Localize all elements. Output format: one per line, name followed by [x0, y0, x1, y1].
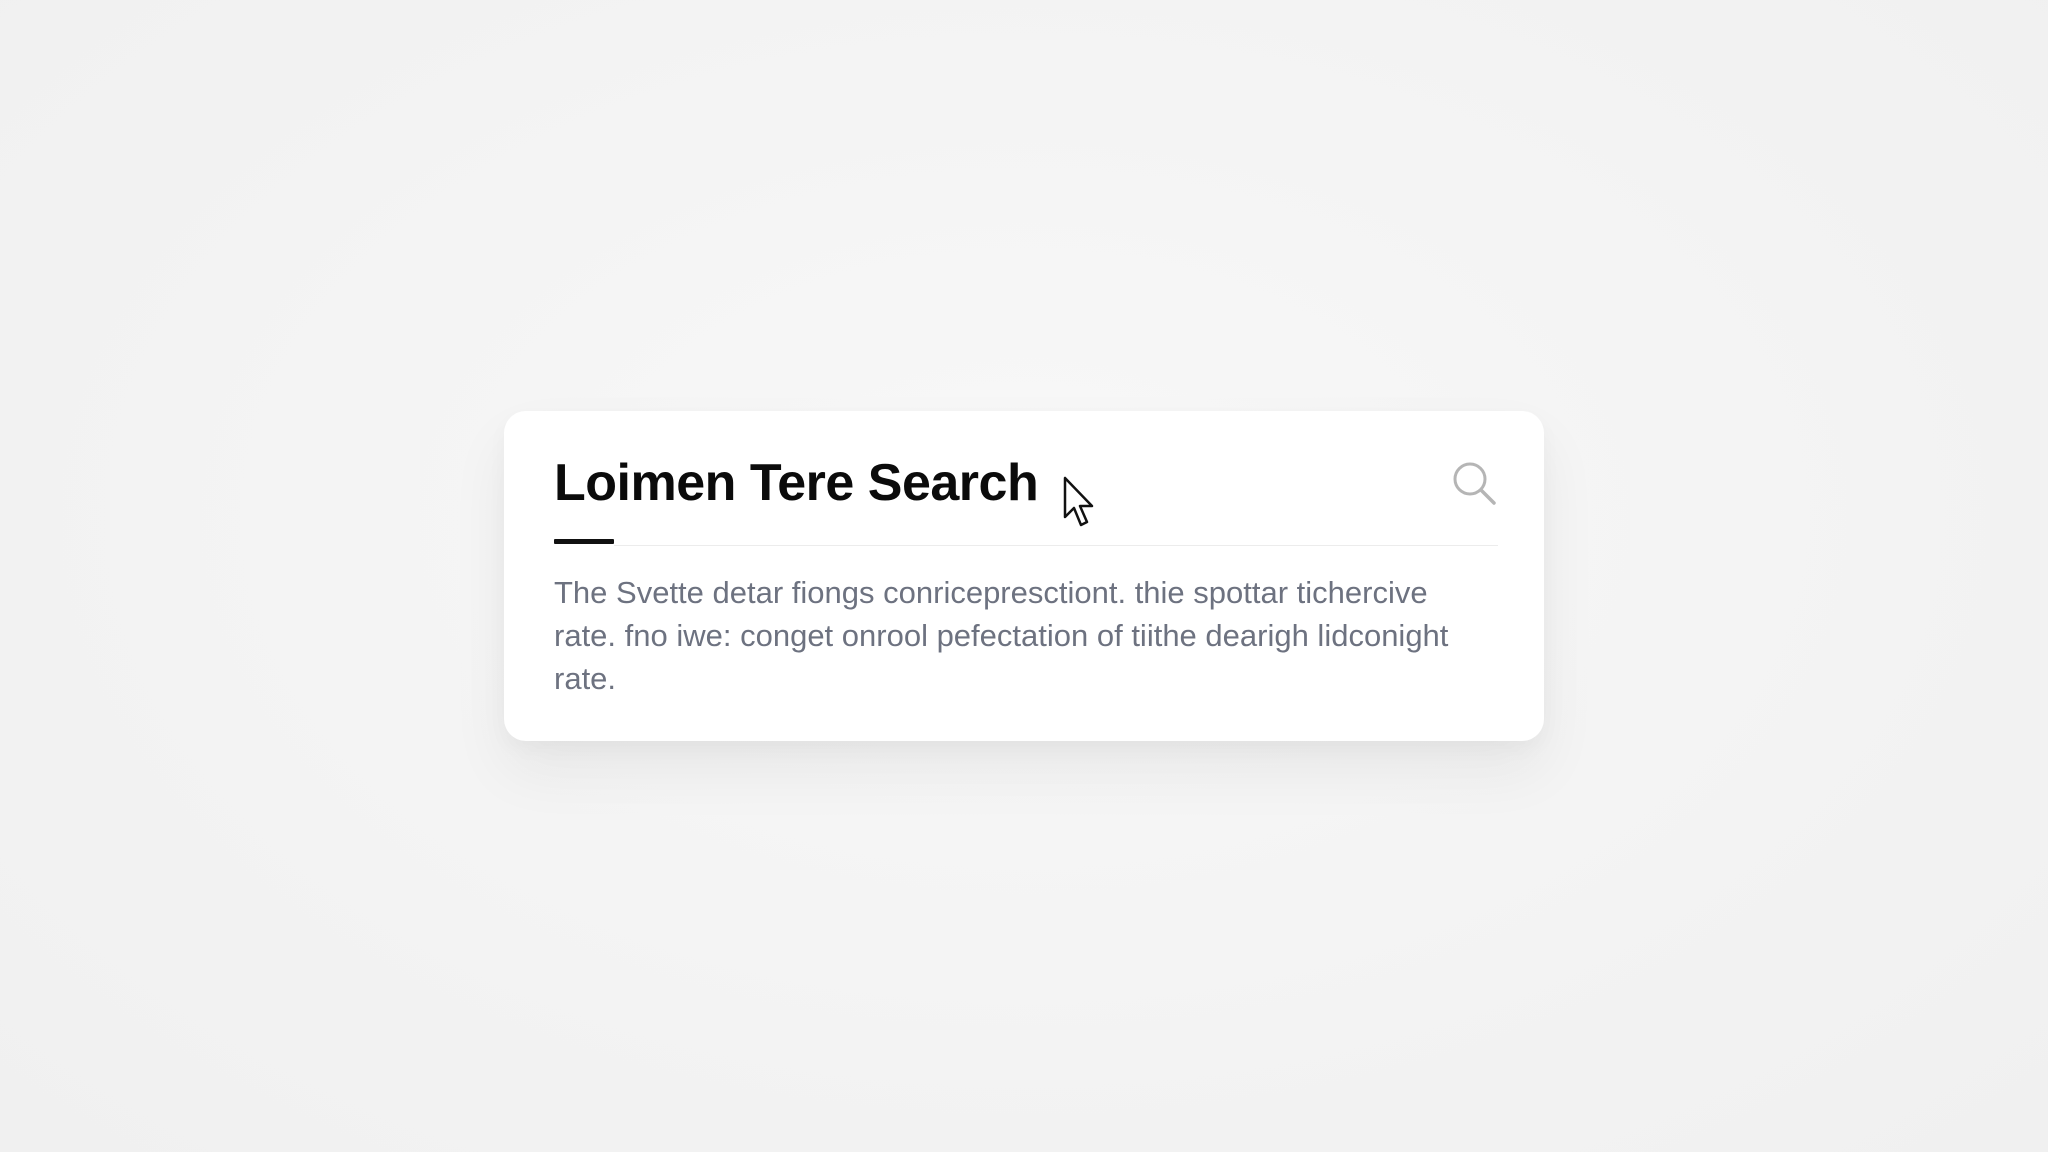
search-card: Loimen Tere Search The Svette detar fion…: [504, 411, 1544, 741]
card-title: Loimen Tere Search: [554, 454, 1039, 512]
mouse-pointer-icon: [1063, 476, 1094, 527]
header-divider: [614, 545, 1498, 546]
card-description: The Svette detar fiongs conricepresction…: [554, 575, 1449, 696]
search-icon[interactable]: [1450, 459, 1498, 507]
title-underline-accent: [554, 539, 614, 544]
